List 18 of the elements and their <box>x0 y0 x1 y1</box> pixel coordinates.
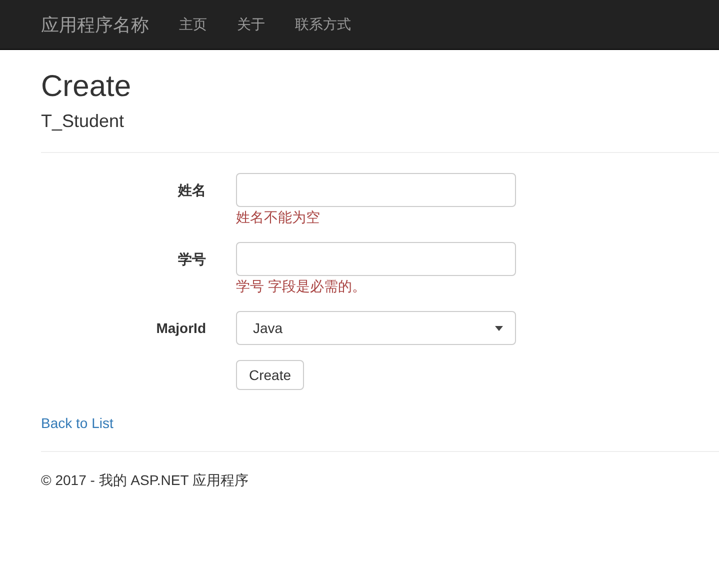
input-field[interactable] <box>236 173 516 207</box>
nav-link[interactable]: 主页 <box>179 16 207 34</box>
field-label: MajorId <box>156 319 206 336</box>
field-label: 学号 <box>178 250 206 269</box>
caret-icon <box>495 326 503 330</box>
select-field[interactable]: Java <box>236 311 516 345</box>
page-subheading: T_Student <box>41 111 126 132</box>
field-label: 姓名 <box>178 181 206 200</box>
page-heading: Create <box>41 70 132 103</box>
brand-link[interactable]: 应用程序名称 <box>41 12 149 36</box>
footer-text: © 2017 - 我的 ASP.NET 应用程序 <box>41 472 250 490</box>
create-button[interactable]: Create <box>236 360 304 390</box>
error-message: 姓名不能为空 <box>236 209 320 227</box>
nav-link[interactable]: 关于 <box>237 16 265 34</box>
error-message: 学号 字段是必需的。 <box>236 278 366 296</box>
nav-link[interactable]: 联系方式 <box>295 16 351 34</box>
input-field[interactable] <box>236 242 516 276</box>
back-link[interactable]: Back to List <box>41 415 114 431</box>
